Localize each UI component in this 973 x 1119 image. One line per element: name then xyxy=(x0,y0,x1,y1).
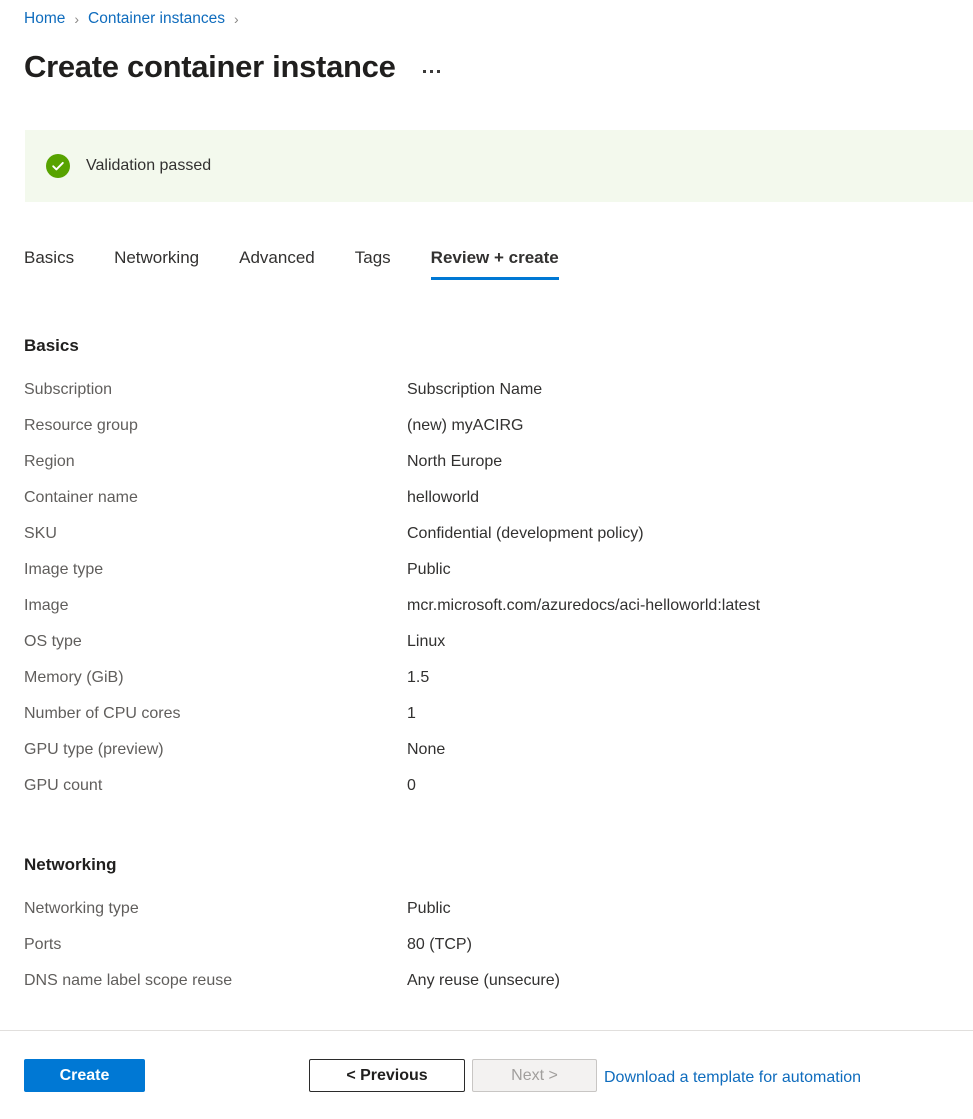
more-dot xyxy=(423,70,426,73)
detail-row-subscription: Subscription Subscription Name xyxy=(24,379,949,415)
detail-value: 0 xyxy=(407,775,416,797)
detail-value: North Europe xyxy=(407,451,502,473)
detail-label: DNS name label scope reuse xyxy=(24,970,407,992)
detail-row-image-type: Image type Public xyxy=(24,559,949,595)
detail-row-gpu-type: GPU type (preview) None xyxy=(24,739,949,775)
section-networking: Networking Networking type Public Ports … xyxy=(24,853,949,1006)
detail-row-sku: SKU Confidential (development policy) xyxy=(24,523,949,559)
detail-label: SKU xyxy=(24,523,407,545)
detail-value: 80 (TCP) xyxy=(407,934,472,956)
detail-row-os-type: OS type Linux xyxy=(24,631,949,667)
breadcrumb: Home › Container instances › xyxy=(24,7,248,31)
detail-row-cpu-cores: Number of CPU cores 1 xyxy=(24,703,949,739)
detail-row-resource-group: Resource group (new) myACIRG xyxy=(24,415,949,451)
validation-banner: Validation passed xyxy=(25,130,973,202)
next-button[interactable]: Next > xyxy=(472,1059,597,1092)
detail-label: GPU count xyxy=(24,775,407,797)
breadcrumb-item-container-instances[interactable]: Container instances xyxy=(88,7,225,31)
validation-message: Validation passed xyxy=(86,155,211,177)
detail-value: helloworld xyxy=(407,487,479,509)
detail-row-dns-name-label-scope-reuse: DNS name label scope reuse Any reuse (un… xyxy=(24,970,949,1006)
detail-label: Image xyxy=(24,595,407,617)
detail-value: None xyxy=(407,739,445,761)
page-header: Create container instance xyxy=(24,46,444,88)
more-menu-icon[interactable] xyxy=(419,64,444,79)
detail-label: Container name xyxy=(24,487,407,509)
more-dot xyxy=(430,70,433,73)
detail-row-ports: Ports 80 (TCP) xyxy=(24,934,949,970)
detail-value: Public xyxy=(407,898,451,920)
detail-label: Number of CPU cores xyxy=(24,703,407,725)
detail-value: Linux xyxy=(407,631,445,653)
wizard-footer: Create < Previous Next > Download a temp… xyxy=(0,1031,973,1119)
detail-row-container-name: Container name helloworld xyxy=(24,487,949,523)
download-template-link[interactable]: Download a template for automation xyxy=(604,1067,861,1089)
detail-value: mcr.microsoft.com/azuredocs/aci-hellowor… xyxy=(407,595,760,617)
wizard-tablist: Basics Networking Advanced Tags Review +… xyxy=(24,244,559,280)
detail-label: Region xyxy=(24,451,407,473)
detail-label: Networking type xyxy=(24,898,407,920)
check-circle-icon xyxy=(46,154,70,178)
detail-label: Memory (GiB) xyxy=(24,667,407,689)
section-basics: Basics Subscription Subscription Name Re… xyxy=(24,334,949,811)
detail-row-image: Image mcr.microsoft.com/azuredocs/aci-he… xyxy=(24,595,949,631)
detail-value: Subscription Name xyxy=(407,379,542,401)
detail-row-region: Region North Europe xyxy=(24,451,949,487)
tab-networking[interactable]: Networking xyxy=(114,244,199,280)
breadcrumb-item-home[interactable]: Home xyxy=(24,7,65,31)
tab-basics[interactable]: Basics xyxy=(24,244,74,280)
detail-row-networking-type: Networking type Public xyxy=(24,898,949,934)
more-dot xyxy=(437,70,440,73)
detail-label: OS type xyxy=(24,631,407,653)
tab-tags[interactable]: Tags xyxy=(355,244,391,280)
detail-row-gpu-count: GPU count 0 xyxy=(24,775,949,811)
detail-row-memory: Memory (GiB) 1.5 xyxy=(24,667,949,703)
previous-button[interactable]: < Previous xyxy=(309,1059,465,1092)
create-button[interactable]: Create xyxy=(24,1059,145,1092)
breadcrumb-chevron-icon: › xyxy=(234,7,239,31)
detail-value: 1.5 xyxy=(407,667,429,689)
detail-value: (new) myACIRG xyxy=(407,415,523,437)
page-title: Create container instance xyxy=(24,46,396,88)
detail-label: Resource group xyxy=(24,415,407,437)
tab-advanced[interactable]: Advanced xyxy=(239,244,315,280)
section-title-basics: Basics xyxy=(24,334,949,358)
detail-label: Image type xyxy=(24,559,407,581)
detail-label: Subscription xyxy=(24,379,407,401)
detail-value: 1 xyxy=(407,703,416,725)
section-title-networking: Networking xyxy=(24,853,949,877)
tab-review-create[interactable]: Review + create xyxy=(431,244,559,280)
detail-value: Confidential (development policy) xyxy=(407,523,644,545)
detail-value: Any reuse (unsecure) xyxy=(407,970,560,992)
detail-label: GPU type (preview) xyxy=(24,739,407,761)
detail-label: Ports xyxy=(24,934,407,956)
breadcrumb-chevron-icon: › xyxy=(74,7,79,31)
detail-value: Public xyxy=(407,559,451,581)
